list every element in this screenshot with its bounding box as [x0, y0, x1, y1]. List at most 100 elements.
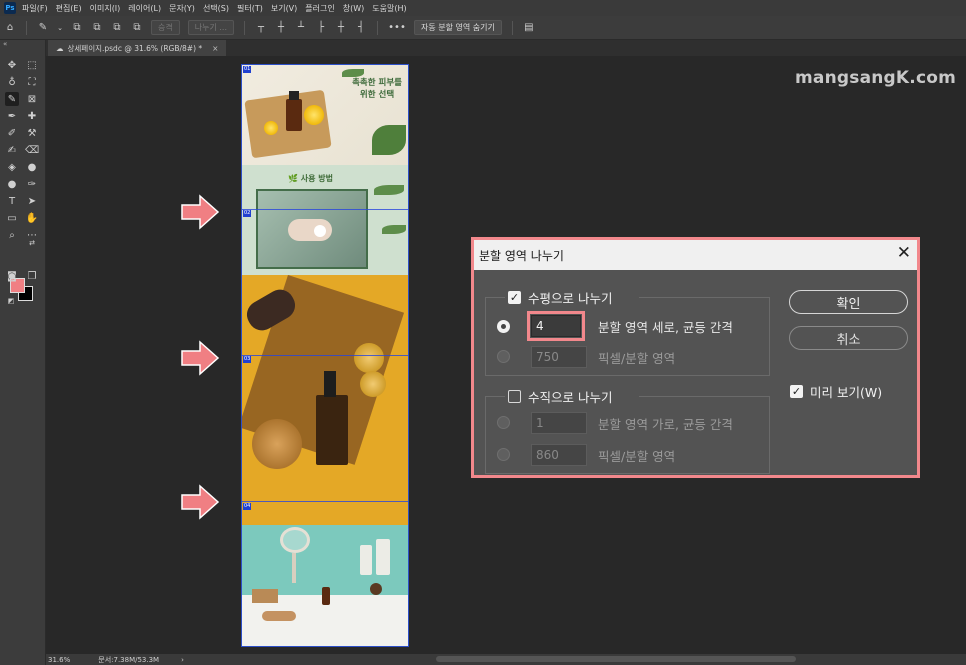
slice-divider[interactable] [242, 209, 408, 210]
align-middle-icon[interactable]: ┼ [274, 21, 288, 35]
lemon-slice-image [304, 105, 324, 125]
type-tool-icon[interactable]: T [5, 194, 19, 208]
slice-badge-1[interactable]: 01 [243, 66, 252, 73]
menu-edit[interactable]: 편집(E) [56, 3, 82, 14]
menu-plugins[interactable]: 플러그인 [305, 3, 334, 14]
menu-view[interactable]: 보기(V) [271, 3, 297, 14]
default-colors-icon[interactable]: ◩ [4, 294, 18, 308]
align-left-icon[interactable]: ├ [314, 21, 328, 35]
horizontal-pixel-input[interactable]: 750 [531, 346, 587, 368]
send-backward-icon[interactable]: ⧉ [110, 21, 124, 35]
separator [511, 20, 513, 35]
options-bar: ⌂ ✎ ⌄ ⧉ ⧉ ⧉ ⧉ 승격 나누기 ... ┬ ┼ ┴ ├ ┼ ┤ •••… [0, 16, 966, 40]
status-arrow-icon[interactable]: › [181, 656, 184, 664]
dodge-tool-icon[interactable]: ● [5, 177, 19, 191]
section-bath-products: 03 04 [242, 275, 408, 525]
chevron-down-icon[interactable]: ⌄ [56, 21, 64, 35]
marquee-tool-icon[interactable]: ⬚ [25, 58, 39, 72]
document-canvas[interactable]: 촉촉한 피부를 위한 선택 01 🌿 사용 방법 02 03 04 [241, 64, 409, 647]
collapse-panel-icon[interactable]: « [3, 40, 7, 48]
quick-mask-icon[interactable]: ◙ [5, 269, 19, 283]
menu-layer[interactable]: 레이어(L) [128, 3, 161, 14]
menu-filter[interactable]: 필터(T) [237, 3, 263, 14]
send-back-icon[interactable]: ⧉ [130, 21, 144, 35]
frame-tool-icon[interactable]: ⊠ [25, 92, 39, 106]
home-icon[interactable]: ⌂ [3, 21, 17, 35]
brush-tool-icon[interactable]: ✐ [5, 126, 19, 140]
slice-select-tool-icon[interactable]: ✎ [36, 21, 50, 35]
align-right-icon[interactable]: ┤ [354, 21, 368, 35]
vertical-pixel-label: 픽셀/분할 영역 [598, 449, 676, 464]
eraser-tool-icon[interactable]: ⌫ [25, 143, 39, 157]
zoom-level[interactable]: 31.6% [48, 656, 70, 664]
align-top-icon[interactable]: ┬ [254, 21, 268, 35]
swap-colors-icon[interactable]: ⇄ [25, 236, 39, 250]
close-tab-icon[interactable]: × [212, 44, 218, 53]
menu-image[interactable]: 이미지(I) [90, 3, 121, 14]
menu-select[interactable]: 선택(S) [203, 3, 229, 14]
path-select-tool-icon[interactable]: ➤ [25, 194, 39, 208]
vertical-divide-checkbox[interactable] [508, 390, 521, 403]
bring-forward-icon[interactable]: ⧉ [90, 21, 104, 35]
hand-tool-icon[interactable]: ✋ [25, 211, 39, 225]
horizontal-legend: ✓ 수평으로 나누기 [505, 287, 639, 307]
healing-brush-tool-icon[interactable]: ✚ [25, 109, 39, 123]
horizontal-count-radio[interactable] [497, 320, 510, 333]
horizontal-scrollbar[interactable] [436, 656, 796, 662]
document-tab-bar: ☁ 상세페이지.psdc @ 31.6% (RGB/8#) * × [46, 40, 966, 56]
divide-button[interactable]: 나누기 ... [187, 20, 234, 35]
slice-select-tool-icon[interactable]: ✎ [5, 92, 19, 106]
history-brush-tool-icon[interactable]: ✍ [5, 143, 19, 157]
slice-divider[interactable] [242, 501, 408, 502]
align-bottom-icon[interactable]: ┴ [294, 21, 308, 35]
blur-tool-icon[interactable]: ● [25, 160, 39, 174]
pointer-arrow-icon [181, 340, 220, 376]
promote-button[interactable]: 승격 [151, 20, 180, 35]
slice-badge-2[interactable]: 02 [243, 210, 252, 217]
hand-foam-photo [256, 189, 368, 269]
pen-tool-icon[interactable]: ✑ [25, 177, 39, 191]
eyedropper-tool-icon[interactable]: ✒ [5, 109, 19, 123]
horizontal-divide-checkbox[interactable]: ✓ [508, 291, 521, 304]
paint-bucket-tool-icon[interactable]: ◈ [5, 160, 19, 174]
menu-help[interactable]: 도움말(H) [372, 3, 406, 14]
slice-divider[interactable] [242, 355, 408, 356]
preview-checkbox[interactable]: ✓ [790, 385, 803, 398]
vertical-pixel-input[interactable]: 860 [531, 444, 587, 466]
hide-auto-slices-button[interactable]: 자동 분할 영역 숨기기 [414, 20, 502, 35]
menu-type[interactable]: 문자(Y) [169, 3, 195, 14]
align-center-icon[interactable]: ┼ [334, 21, 348, 35]
stamp-tool-icon[interactable]: ⚒ [25, 126, 39, 140]
bring-front-icon[interactable]: ⧉ [70, 21, 84, 35]
slice-options-icon[interactable]: ▤ [522, 21, 536, 35]
vertical-count-radio[interactable] [497, 416, 510, 429]
more-options-icon[interactable]: ••• [387, 21, 407, 35]
screen-mode-icon[interactable]: ❐ [25, 269, 39, 283]
menu-window[interactable]: 창(W) [343, 3, 365, 14]
lasso-tool-icon[interactable]: ♁ [5, 75, 19, 89]
leaf-image [382, 225, 406, 234]
separator [26, 20, 27, 35]
document-tab[interactable]: ☁ 상세페이지.psdc @ 31.6% (RGB/8#) * × [48, 40, 227, 56]
section-2-title-text: 사용 방법 [300, 174, 333, 183]
section-1-title-line1: 촉촉한 피부를 [352, 78, 402, 88]
close-icon[interactable]: ✕ [897, 243, 911, 263]
ok-button[interactable]: 확인 [789, 290, 908, 314]
separator [377, 20, 378, 35]
separator [244, 20, 245, 35]
object-select-tool-icon[interactable]: ⛶ [25, 75, 39, 89]
menu-file[interactable]: 파일(F) [22, 3, 48, 14]
vertical-pixel-radio[interactable] [497, 448, 510, 461]
sponge-image [360, 371, 386, 397]
horizontal-pixel-radio[interactable] [497, 350, 510, 363]
lemon-slice-image [264, 121, 278, 135]
cancel-button[interactable]: 취소 [789, 326, 908, 350]
vertical-count-input[interactable]: 1 [531, 412, 587, 434]
move-tool-icon[interactable]: ✥ [5, 58, 19, 72]
leaf-image [372, 125, 406, 155]
slice-badge-4[interactable]: 04 [243, 503, 252, 510]
zoom-tool-icon[interactable]: ⌕ [5, 228, 19, 242]
slice-badge-3[interactable]: 03 [243, 356, 252, 363]
dispenser-image [360, 545, 372, 575]
rectangle-tool-icon[interactable]: ▭ [5, 211, 19, 225]
